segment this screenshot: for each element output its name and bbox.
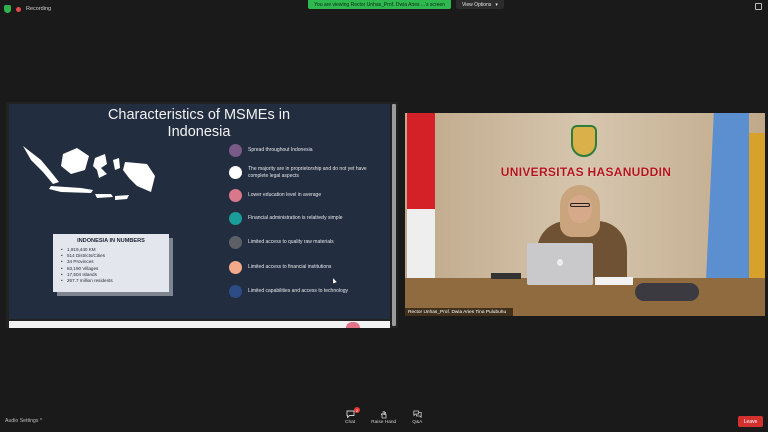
raise-hand-label: Raise Hand (371, 420, 397, 425)
chevron-down-icon: ▾ (495, 1, 498, 8)
bullet-circle-icon (229, 212, 242, 225)
recording-dot-icon (16, 6, 21, 12)
numbers-title: INDONESIA IN NUMBERS (77, 238, 145, 244)
mouse-cursor-icon (331, 277, 337, 284)
viewing-screen-banner: You are viewing Rector Unhas_Prof. Dwia … (308, 0, 451, 9)
view-options-label: View Options (462, 1, 492, 8)
characteristic-item: Limited access to financial institutions (229, 261, 379, 274)
leave-button[interactable]: Leave (738, 416, 763, 427)
speaker-face (568, 195, 592, 223)
indonesia-numbers-box: INDONESIA IN NUMBERS 1,919,440 KM 514 Di… (53, 234, 169, 292)
characteristic-text: Lower education level in average (248, 192, 322, 199)
slide-title: Characteristics of MSMEs in Indonesia (107, 107, 291, 140)
security-shield-icon[interactable] (4, 5, 11, 13)
presentation-slide: Characteristics of MSMEs in Indonesia IN… (9, 104, 390, 319)
papers (595, 277, 633, 285)
audio-settings-button[interactable]: Audio Settings ^ (5, 418, 42, 424)
indonesia-map-icon (23, 146, 155, 200)
bullet-circle-icon (229, 144, 242, 157)
characteristic-item: Limited access to quality raw materials (229, 236, 379, 249)
decorative-shape (346, 322, 360, 328)
speaker-video[interactable]: UNIVERSITAS HASANUDDIN (405, 113, 765, 316)
audio-settings-label: Audio Settings (5, 418, 39, 424)
recording-indicator: Recording (4, 3, 51, 15)
bullet-circle-icon (229, 166, 242, 179)
characteristic-text: Spread throughout Indonesia (248, 147, 313, 154)
qa-button[interactable]: Q&A (412, 410, 422, 425)
chat-icon (346, 410, 355, 418)
qa-label: Q&A (412, 420, 423, 425)
raise-hand-button[interactable]: Raise Hand (371, 410, 396, 425)
characteristic-text: Limited access to financial institutions (248, 264, 332, 271)
characteristic-text: Limited access to quality raw materials (248, 239, 334, 246)
bullet-circle-icon (229, 236, 242, 249)
characteristic-item: Financial administration is relatively s… (229, 212, 379, 225)
chevron-up-icon: ^ (39, 418, 43, 424)
characteristic-item: Lower education level in average (229, 189, 379, 202)
characteristic-item: Spread throughout Indonesia (229, 144, 379, 157)
university-name-sign: UNIVERSITAS HASANUDDIN (500, 165, 672, 179)
participant-name-tag: Rector Unhas_Prof. Dwia Aries Tina Pulub… (405, 308, 513, 316)
conference-speaker (635, 283, 699, 301)
phone (491, 273, 521, 279)
scrollbar[interactable] (392, 104, 396, 326)
characteristic-text: The majority are in proprietorship and d… (248, 166, 367, 179)
characteristic-item: The majority are in proprietorship and d… (229, 166, 379, 179)
recording-label: Recording (26, 6, 52, 12)
qa-icon (413, 410, 422, 418)
view-options-button[interactable]: View Options ▾ (456, 0, 504, 9)
numbers-item: 267.7 million residents (59, 278, 163, 284)
characteristic-text: Financial administration is relatively s… (248, 215, 343, 222)
indonesia-flag-red (407, 113, 435, 209)
shared-screen: Characteristics of MSMEs in Indonesia IN… (6, 102, 398, 328)
characteristic-text: Limited capabilities and access to techn… (248, 288, 349, 295)
bullet-circle-icon (229, 189, 242, 202)
chat-label: Chat (345, 420, 356, 425)
apple-logo-icon (557, 259, 563, 266)
bullet-circle-icon (229, 261, 242, 274)
chat-button[interactable]: 2 Chat (345, 407, 360, 425)
chat-unread-badge: 2 (354, 407, 360, 413)
characteristic-item: Limited capabilities and access to techn… (229, 285, 379, 298)
meeting-toolbar: 2 Chat Raise Hand Q&A (345, 407, 422, 425)
glasses-icon (570, 203, 590, 207)
university-crest-icon (571, 125, 597, 157)
numbers-list: 1,919,440 KM 514 Districts/Cities 34 Pro… (59, 247, 163, 284)
next-slide-preview (9, 321, 390, 328)
hand-icon (379, 410, 388, 418)
bullet-circle-icon (229, 285, 242, 298)
fullscreen-icon[interactable] (755, 3, 762, 10)
